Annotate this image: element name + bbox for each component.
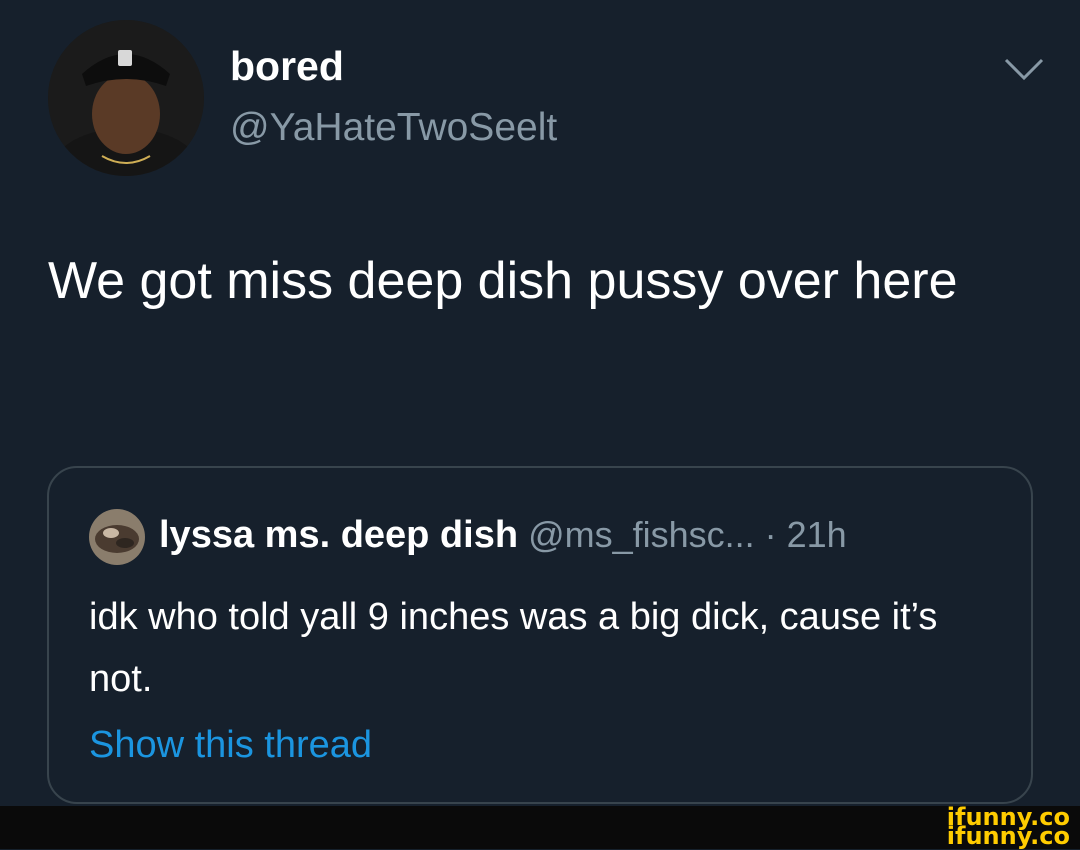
- chevron-down-icon[interactable]: [1002, 56, 1046, 82]
- quoted-tweet-header: lyssa ms. deep dish @ms_fishsc... · 21h: [159, 516, 847, 554]
- quoted-avatar-image: [89, 509, 145, 565]
- tweet: bored @YaHateTwoSeelt We got miss deep d…: [0, 0, 1080, 806]
- quoted-avatar[interactable]: [89, 509, 145, 565]
- avatar-image: [48, 20, 204, 176]
- watermark-line-2: ifunny.co: [946, 822, 1070, 850]
- quoted-tweet-text: idk who told yall 9 inches was a big dic…: [89, 596, 938, 700]
- quoted-display-name[interactable]: lyssa ms. deep dish: [159, 514, 518, 556]
- display-name[interactable]: bored: [230, 46, 344, 87]
- ifunny-watermark: ifunny.co ifunny.co: [946, 805, 1070, 850]
- quoted-handle-time: @ms_fishsc... · 21h: [528, 514, 847, 555]
- avatar[interactable]: [48, 20, 204, 176]
- user-handle[interactable]: @YaHateTwoSeelt: [230, 108, 557, 147]
- watermark-bar: ifunny.co ifunny.co: [0, 805, 1080, 850]
- quoted-tweet-card[interactable]: lyssa ms. deep dish @ms_fishsc... · 21h i…: [47, 466, 1033, 804]
- show-thread-link[interactable]: Show this thread: [89, 726, 372, 764]
- tweet-text: We got miss deep dish pussy over here: [48, 252, 958, 310]
